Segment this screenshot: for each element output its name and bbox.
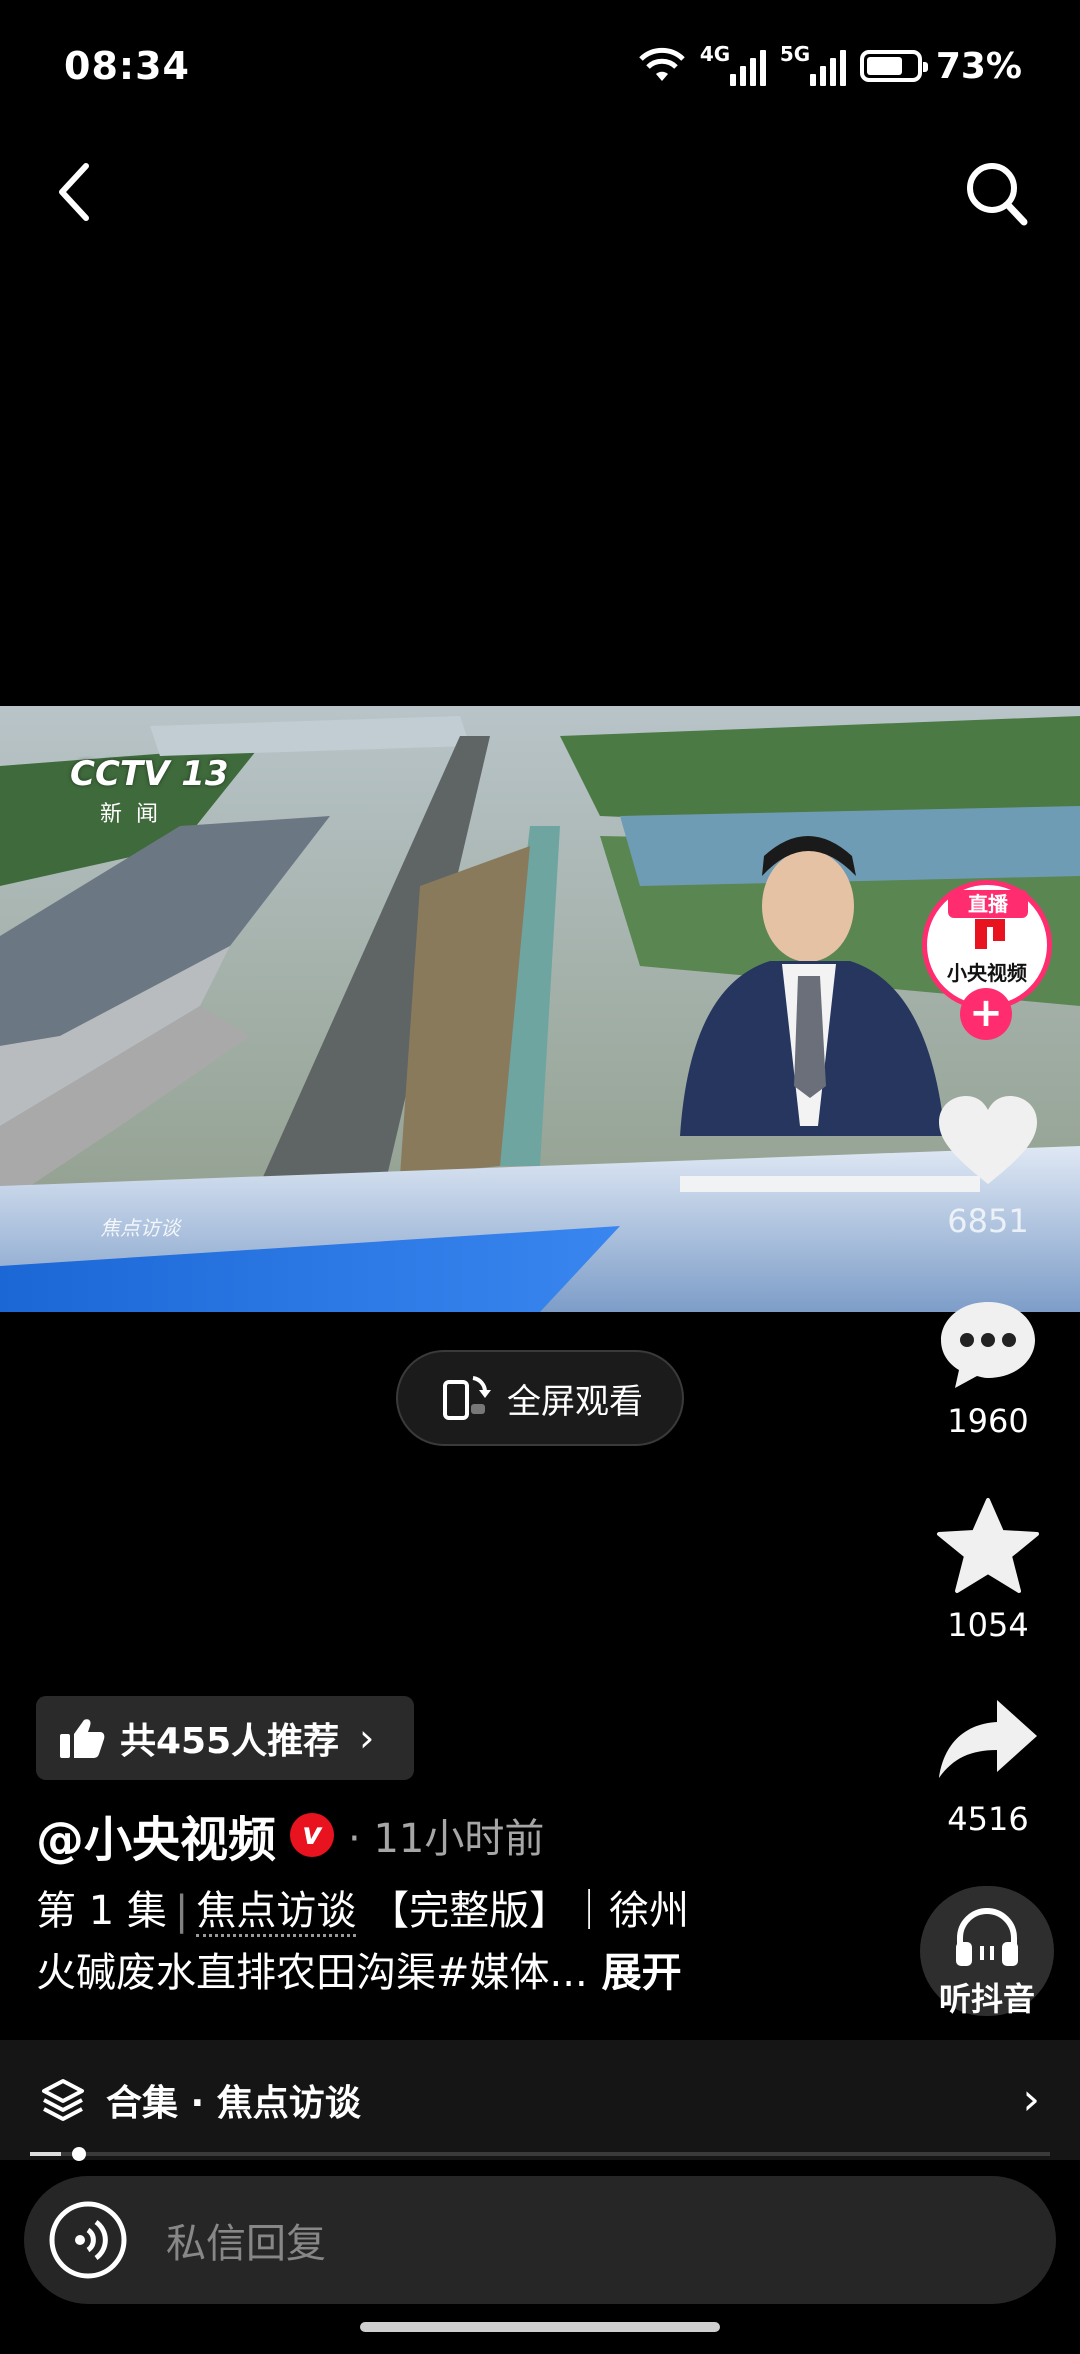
share-count: 4516	[947, 1800, 1029, 1838]
reply-input[interactable]: 私信回复	[166, 2211, 326, 2269]
verified-badge-icon: v	[290, 1813, 335, 1857]
progress-fill	[30, 2152, 61, 2156]
chevron-right-icon: ›	[1022, 2074, 1040, 2125]
post-time: · 11小时前	[348, 1816, 545, 1862]
back-button[interactable]	[40, 150, 112, 234]
progress-knob[interactable]	[72, 2147, 86, 2161]
like-button[interactable]: 6851	[918, 1092, 1058, 1240]
signal-4g-icon: 4G	[700, 42, 766, 86]
layers-icon	[42, 2079, 84, 2121]
comment-icon	[941, 1302, 1035, 1388]
recommend-label: 共455人推荐	[120, 1721, 340, 1762]
program-watermark: 焦点访谈	[100, 1216, 180, 1240]
status-icons: 4G 5G 73%	[638, 42, 1022, 88]
caption-line2: 火碱废水直排农田沟渠#媒体...	[36, 1950, 588, 1996]
video-caption[interactable]: 第 1 集 | 焦点访谈 【完整版】｜徐州 火碱废水直排农田沟渠#媒体... 展开	[36, 1880, 896, 2004]
fullscreen-label: 全屏观看	[507, 1381, 643, 1422]
search-icon	[967, 163, 1028, 226]
headphones-icon	[956, 1908, 1018, 1966]
rotate-screen-icon	[443, 1376, 491, 1420]
home-indicator[interactable]	[360, 2322, 720, 2332]
channel-logo: CCTV 13	[70, 754, 229, 794]
fullscreen-button[interactable]: 全屏观看	[396, 1350, 684, 1446]
network-5g-label: 5G	[779, 42, 811, 66]
battery-percent: 73%	[935, 45, 1022, 87]
status-bar: 08:34 4G 5G 73%	[0, 0, 1080, 140]
voice-icon[interactable]	[46, 2198, 130, 2282]
battery-icon	[859, 50, 928, 82]
star-icon	[937, 1498, 1039, 1593]
listen-button[interactable]: 听抖音	[920, 1886, 1054, 2018]
heart-icon	[939, 1096, 1037, 1184]
collection-label: 合集 · 焦点访谈	[106, 2083, 361, 2124]
share-icon	[939, 1700, 1037, 1778]
thumbs-up-icon	[60, 1719, 105, 1758]
comment-button[interactable]: 1960	[918, 1296, 1058, 1440]
favorite-count: 1054	[947, 1606, 1029, 1644]
wifi-icon	[639, 47, 685, 81]
brand-logo-icon	[975, 919, 1005, 949]
favorite-button[interactable]: 1054	[918, 1496, 1058, 1644]
like-count: 6851	[947, 1202, 1029, 1240]
author-name[interactable]: @小央视频	[36, 1800, 276, 1870]
reply-bar[interactable]: 私信回复	[24, 2176, 1056, 2304]
recommend-chip[interactable]: 共455人推荐 ›	[36, 1696, 414, 1780]
comment-count: 1960	[947, 1402, 1029, 1440]
caption-line1-rest: 【完整版】｜徐州	[369, 1888, 690, 1934]
playback-progress[interactable]	[30, 2147, 1050, 2161]
share-button[interactable]: 4516	[918, 1694, 1058, 1838]
status-time: 08:34	[64, 44, 190, 88]
expand-link[interactable]: 展开	[602, 1950, 682, 1996]
author-line: @小央视频 v · 11小时前	[36, 1800, 544, 1870]
follow-button[interactable]: +	[960, 988, 1012, 1040]
chevron-right-icon: ›	[359, 1716, 375, 1760]
network-4g-label: 4G	[699, 42, 731, 66]
signal-5g-icon: 5G	[780, 42, 846, 86]
channel-sub-label: 新闻	[100, 802, 173, 827]
episode-label: 第 1 集	[36, 1888, 167, 1934]
live-badge: 直播	[948, 890, 1028, 918]
listen-label: 听抖音	[938, 1980, 1035, 2018]
caption-separator: |	[174, 1888, 189, 1934]
program-link[interactable]: 焦点访谈	[196, 1888, 357, 1937]
search-button[interactable]	[956, 150, 1040, 234]
chevron-left-icon	[59, 163, 89, 221]
avatar-text: 小央视频	[947, 961, 1027, 985]
collection-bar[interactable]: 合集 · 焦点访谈 ›	[0, 2040, 1080, 2160]
